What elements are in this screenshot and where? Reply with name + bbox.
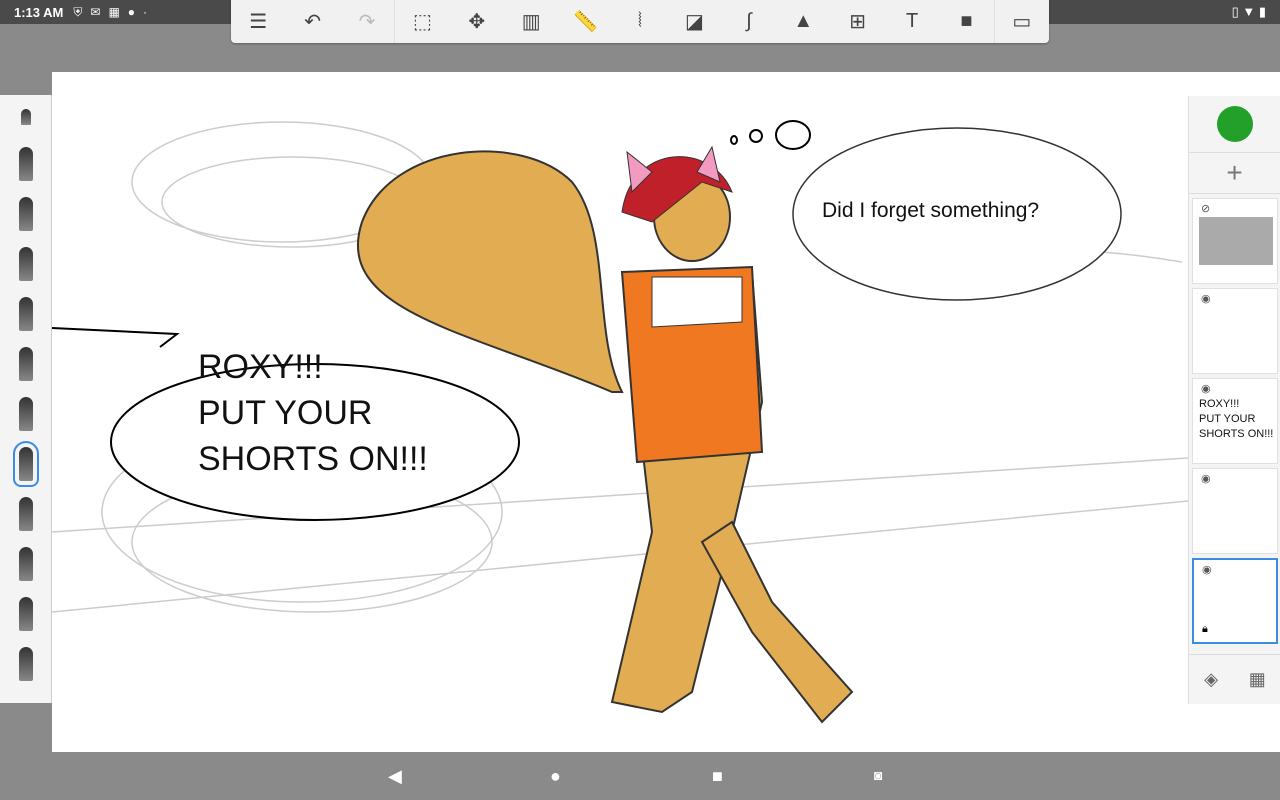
android-nav-bar: ◀ ● ■ ◙: [0, 752, 1280, 800]
chisel-marker-brush[interactable]: [0, 539, 51, 589]
recents-icon[interactable]: ■: [712, 766, 723, 787]
speech-line: ROXY!!!: [198, 348, 323, 386]
thumb-line: ROXY!!!: [1199, 398, 1240, 410]
panel-bottom: ◈ ▦: [1189, 654, 1280, 704]
speech-line: PUT YOUR: [198, 394, 373, 432]
menu-icon[interactable]: ☰: [231, 9, 285, 34]
screenshot-icon[interactable]: ◙: [874, 767, 882, 783]
shield-icon: ⛨: [73, 4, 83, 19]
airbrush-brush[interactable]: [0, 489, 51, 539]
back-icon[interactable]: ◀: [388, 766, 402, 787]
ruler-icon[interactable]: 📏: [558, 9, 612, 34]
record-icon[interactable]: ■: [939, 10, 993, 33]
brush-settings-icon[interactable]: [0, 95, 51, 139]
selection-icon[interactable]: ⬚: [395, 9, 449, 34]
drawing-canvas[interactable]: ROXY!!! PUT YOUR SHORTS ON!!! Did I forg…: [52, 72, 1280, 752]
pencil-brush[interactable]: [0, 139, 51, 189]
paintbrush-brush[interactable]: [0, 389, 51, 439]
layers-icon[interactable]: ◈: [1204, 669, 1218, 690]
clock: 1:13 AM: [14, 4, 64, 20]
layer-thumbnail-text: ROXY!!! PUT YOUR SHORTS ON!!!: [1199, 397, 1273, 442]
layer-thumbnail-selected[interactable]: ◉ 🔒︎: [1192, 558, 1278, 644]
gmail-icon: ✉: [90, 5, 101, 19]
eye-hidden-icon[interactable]: ⊘: [1201, 202, 1210, 215]
calendar-icon: ▦: [108, 5, 120, 19]
symmetry-icon[interactable]: ⦚: [613, 10, 667, 33]
brush-palette: [0, 95, 52, 703]
fill-icon[interactable]: ▥: [504, 9, 558, 34]
eye-icon[interactable]: ◉: [1202, 563, 1212, 576]
fountain-pen-brush[interactable]: [0, 339, 51, 389]
lock-icon[interactable]: 🔒︎: [1202, 623, 1208, 636]
eye-icon[interactable]: ◉: [1201, 472, 1211, 485]
home-icon[interactable]: ●: [550, 766, 561, 787]
redo-icon[interactable]: ↷: [340, 9, 394, 34]
battery-icon: ▮: [1258, 4, 1266, 19]
thought-bubble-text: Did I forget something?: [822, 199, 1040, 222]
chat-icon: ●: [127, 5, 136, 19]
layer-thumbnail[interactable]: ◉: [1192, 288, 1278, 374]
layer-thumbnail[interactable]: ◉ ROXY!!! PUT YOUR SHORTS ON!!!: [1192, 378, 1278, 464]
vibrate-icon: ▯: [1231, 4, 1239, 19]
inking-brush-selected[interactable]: [0, 439, 51, 489]
curve-icon[interactable]: ∫: [722, 10, 776, 33]
layer-thumbnail[interactable]: ◉: [1192, 468, 1278, 554]
layer-thumbnail[interactable]: ⊘: [1192, 198, 1278, 284]
marker-brush[interactable]: [0, 189, 51, 239]
thumb-line: PUT YOUR: [1199, 413, 1256, 425]
fullscreen-icon[interactable]: ▭: [995, 9, 1049, 34]
undo-icon[interactable]: ↶: [285, 9, 339, 34]
main-toolbar: ☰ ↶ ↷ ⬚ ✥ ▥ 📏 ⦚ ◪ ∫ ▲ ⊞ T ■ ▭: [231, 0, 1049, 43]
thumb-line: SHORTS ON!!!: [1199, 428, 1274, 440]
eye-icon[interactable]: ◉: [1201, 382, 1211, 395]
eraser-brush[interactable]: [0, 639, 51, 689]
ink-pen-brush[interactable]: [0, 239, 51, 289]
transform-icon[interactable]: ✥: [450, 9, 504, 34]
import-image-icon[interactable]: ▲: [776, 10, 830, 33]
layer-panel: + ⊘ ◉ ◉ ROXY!!! PUT YOUR SHORTS ON!!! ◉ ◉ 🔒…: [1188, 96, 1280, 704]
current-color-swatch[interactable]: [1216, 106, 1253, 142]
wifi-icon: ▼: [1242, 4, 1256, 19]
add-layer-button[interactable]: +: [1189, 152, 1280, 194]
shapes-icon[interactable]: ◪: [667, 9, 721, 34]
dot-icon: ·: [143, 5, 148, 19]
text-icon[interactable]: T: [885, 10, 939, 33]
speech-bubble-text: ROXY!!! PUT YOUR SHORTS ON!!!: [198, 344, 428, 482]
eye-icon[interactable]: ◉: [1201, 292, 1211, 305]
perspective-icon[interactable]: ⊞: [830, 9, 884, 34]
wide-marker-brush[interactable]: [0, 589, 51, 639]
speech-line: SHORTS ON!!!: [198, 440, 428, 478]
grid-icon[interactable]: ▦: [1249, 669, 1266, 690]
ballpoint-brush[interactable]: [0, 289, 51, 339]
system-icons: ▯ ▼ ▮: [1232, 4, 1266, 20]
